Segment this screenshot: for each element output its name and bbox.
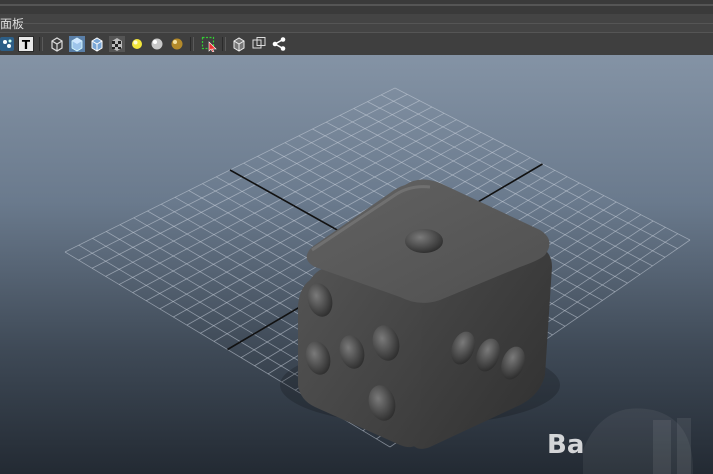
use-all-lights-icon[interactable] [129,36,145,52]
text-tool-glyph: T [22,38,31,52]
title-strip [0,0,713,15]
smooth-shade-icon[interactable] [69,36,85,52]
wireframe-icon[interactable] [49,36,65,52]
watermark-text: Ba [547,430,585,460]
wireframe-on-shaded-icon[interactable] [89,36,105,52]
default-material-icon[interactable] [169,36,185,52]
camera-tools-icon[interactable] [0,36,16,52]
textured-icon[interactable] [109,36,125,52]
xray-joints-icon[interactable] [251,36,267,52]
isolate-select-icon[interactable] [201,36,217,53]
toolbar-separator [39,37,43,51]
menubar-divider [18,23,713,24]
hardware-texturing-icon[interactable] [271,36,287,52]
watermark: Ba [543,380,713,474]
panel-menubar: 面板 [0,14,713,32]
toolbar-separator [222,37,226,51]
toolbar-separator [190,37,194,51]
die-pip [405,229,443,253]
text-tool-icon[interactable]: T [18,36,34,52]
shadows-icon[interactable] [149,36,165,52]
xray-icon[interactable] [231,36,247,52]
viewport-toolbar: T [0,32,713,56]
